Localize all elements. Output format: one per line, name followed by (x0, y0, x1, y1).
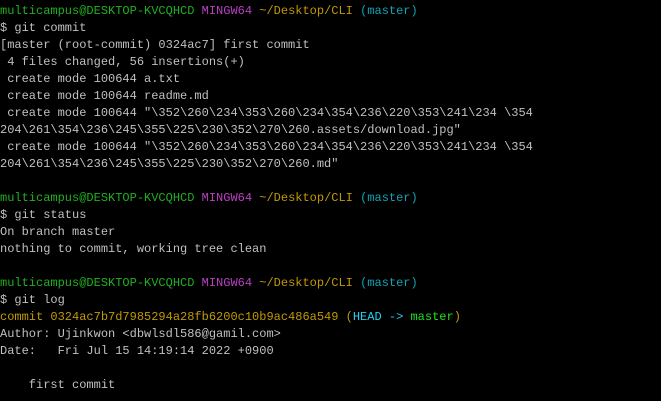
prompt-path: ~/Desktop/CLI (259, 191, 353, 205)
terminal-output[interactable]: multicampus@DESKTOP-KVCQHCD MINGW64 ~/De… (0, 0, 661, 401)
terminal-line: On branch master (0, 224, 661, 241)
terminal-line: create mode 100644 readme.md (0, 88, 661, 105)
terminal-line: 204\261\354\236\245\355\225\230\352\270\… (0, 156, 661, 173)
terminal-text: Date: Fri Jul 15 14:19:14 2022 +0900 (0, 344, 274, 358)
terminal-text: create mode 100644 "\352\260\234\353\260… (0, 140, 533, 154)
terminal-text: $ git status (0, 208, 87, 222)
prompt-system: MINGW64 (201, 191, 253, 205)
prompt-branch: (master) (360, 4, 418, 18)
terminal-text: first commit (0, 378, 116, 392)
prompt-branch: (master) (360, 276, 418, 290)
terminal-text: Author: Ujinkwon <dbwlsdl586@gamil.com> (0, 327, 281, 341)
terminal-text: $ git commit (0, 21, 87, 35)
terminal-line: 4 files changed, 56 insertions(+) (0, 54, 661, 71)
terminal-line: nothing to commit, working tree clean (0, 241, 661, 258)
commit-hash: commit 0324ac7b7d7985294a28fb6200c10b9ac… (0, 310, 353, 324)
terminal-text: create mode 100644 a.txt (0, 72, 181, 86)
terminal-line: create mode 100644 "\352\260\234\353\260… (0, 105, 661, 122)
terminal-line: Author: Ujinkwon <dbwlsdl586@gamil.com> (0, 326, 661, 343)
terminal-line: 204\261\354\236\245\355\225\230\352\270\… (0, 122, 661, 139)
prompt-user-host: multicampus@DESKTOP-KVCQHCD (0, 191, 195, 205)
branch-ref: master (410, 310, 454, 324)
terminal-text: 204\261\354\236\245\355\225\230\352\270\… (0, 157, 339, 171)
terminal-line: $ git status (0, 207, 661, 224)
prompt-branch: (master) (360, 191, 418, 205)
head-ref: HEAD -> (352, 310, 411, 324)
prompt-path: ~/Desktop/CLI (259, 276, 353, 290)
terminal-text: On branch master (0, 225, 116, 239)
terminal-text: 4 files changed, 56 insertions(+) (0, 55, 245, 69)
prompt-user-host: multicampus@DESKTOP-KVCQHCD (0, 276, 195, 290)
terminal-line: multicampus@DESKTOP-KVCQHCD MINGW64 ~/De… (0, 190, 661, 207)
terminal-line: create mode 100644 "\352\260\234\353\260… (0, 139, 661, 156)
terminal-text: create mode 100644 "\352\260\234\353\260… (0, 106, 533, 120)
prompt-system: MINGW64 (201, 276, 253, 290)
terminal-line: $ git log (0, 292, 661, 309)
terminal-text: create mode 100644 readme.md (0, 89, 209, 103)
commit-hash: ) (453, 310, 461, 324)
terminal-text: $ git log (0, 293, 65, 307)
prompt-system: MINGW64 (201, 4, 253, 18)
prompt-user-host: multicampus@DESKTOP-KVCQHCD (0, 4, 195, 18)
terminal-line: Date: Fri Jul 15 14:19:14 2022 +0900 (0, 343, 661, 360)
terminal-line: commit 0324ac7b7d7985294a28fb6200c10b9ac… (0, 309, 661, 326)
terminal-line: multicampus@DESKTOP-KVCQHCD MINGW64 ~/De… (0, 275, 661, 292)
terminal-line: multicampus@DESKTOP-KVCQHCD MINGW64 ~/De… (0, 3, 661, 20)
terminal-text: nothing to commit, working tree clean (0, 242, 267, 256)
terminal-line: create mode 100644 a.txt (0, 71, 661, 88)
terminal-text: 204\261\354\236\245\355\225\230\352\270\… (0, 123, 461, 137)
terminal-text: [master (root-commit) 0324ac7] first com… (0, 38, 310, 52)
terminal-line: first commit (0, 377, 661, 394)
terminal-line: $ git commit (0, 20, 661, 37)
prompt-path: ~/Desktop/CLI (259, 4, 353, 18)
terminal-line: [master (root-commit) 0324ac7] first com… (0, 37, 661, 54)
